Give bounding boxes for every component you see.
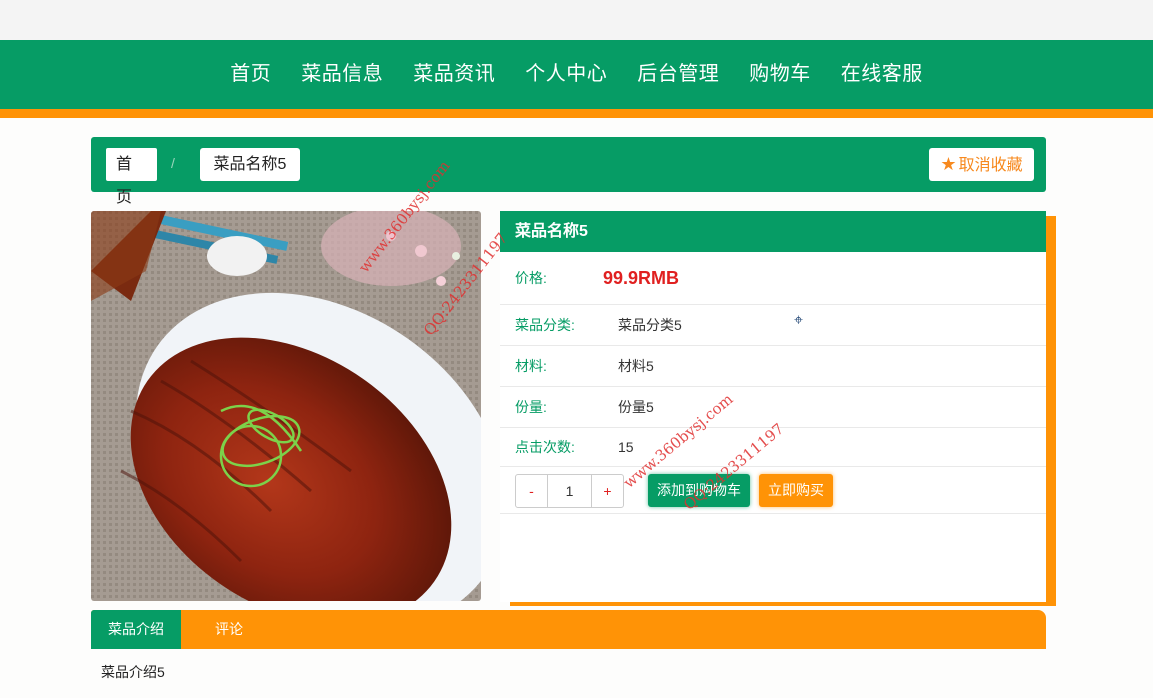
nav-dish-info[interactable]: 菜品信息 (301, 57, 383, 86)
material-label: 材料: (515, 358, 547, 374)
material-value: 材料5 (618, 358, 654, 374)
breadcrumb-current: 菜品名称5 (200, 148, 300, 181)
quantity-input[interactable]: 1 (548, 475, 591, 507)
nav-dish-news[interactable]: 菜品资讯 (413, 57, 495, 86)
price-row: 价格: 99.9RMB (500, 252, 1046, 305)
price-value: 99.9RMB (603, 267, 680, 288)
tab-dish-intro[interactable]: 菜品介绍 (91, 610, 181, 649)
category-row: 菜品分类: 菜品分类5 (500, 305, 1046, 346)
dish-photo (91, 211, 481, 601)
clicks-value: 15 (618, 439, 634, 455)
category-value: 菜品分类5 (618, 317, 682, 333)
unfavorite-button[interactable]: ★ 取消收藏 (929, 148, 1034, 181)
star-icon: ★ (940, 154, 957, 174)
portion-value: 份量5 (618, 399, 654, 415)
clicks-label: 点击次数: (515, 439, 575, 455)
breadcrumb-home[interactable]: 首页 (106, 148, 157, 206)
tab-comments[interactable]: 评论 (181, 610, 277, 649)
purchase-actions: - 1 + 添加到购物车 立即购买 (500, 467, 1046, 514)
product-title: 菜品名称5 (500, 211, 1046, 252)
price-label: 价格: (515, 270, 547, 286)
decrease-button[interactable]: - (516, 475, 548, 507)
product-info-panel: 菜品名称5 价格: 99.9RMB 菜品分类: 菜品分类5 材料: 材料5 份量… (500, 211, 1046, 602)
buy-now-button[interactable]: 立即购买 (759, 474, 833, 507)
portion-label: 份量: (515, 399, 547, 415)
nav-admin[interactable]: 后台管理 (637, 57, 719, 86)
quantity-stepper: - 1 + (515, 474, 624, 508)
detail-tabs: 菜品介绍 评论 (91, 610, 1046, 649)
top-strip (0, 0, 1153, 40)
material-row: 材料: 材料5 (500, 346, 1046, 387)
main-nav: 首页 菜品信息 菜品资讯 个人中心 后台管理 购物车 在线客服 (0, 40, 1153, 118)
nav-cart[interactable]: 购物车 (749, 57, 811, 86)
nav-online-service[interactable]: 在线客服 (841, 57, 923, 86)
dish-intro-text: 菜品介绍5 (101, 664, 165, 680)
breadcrumb-separator: / (171, 155, 175, 171)
nav-home[interactable]: 首页 (230, 57, 271, 86)
breadcrumb: 首页 / 菜品名称5 ★ 取消收藏 (91, 137, 1046, 206)
category-label: 菜品分类: (515, 317, 575, 333)
crosshair-cursor-icon: ⌖ (794, 312, 804, 329)
nav-user-center[interactable]: 个人中心 (525, 57, 607, 86)
unfavorite-label: 取消收藏 (958, 157, 1023, 174)
increase-button[interactable]: + (591, 475, 623, 507)
